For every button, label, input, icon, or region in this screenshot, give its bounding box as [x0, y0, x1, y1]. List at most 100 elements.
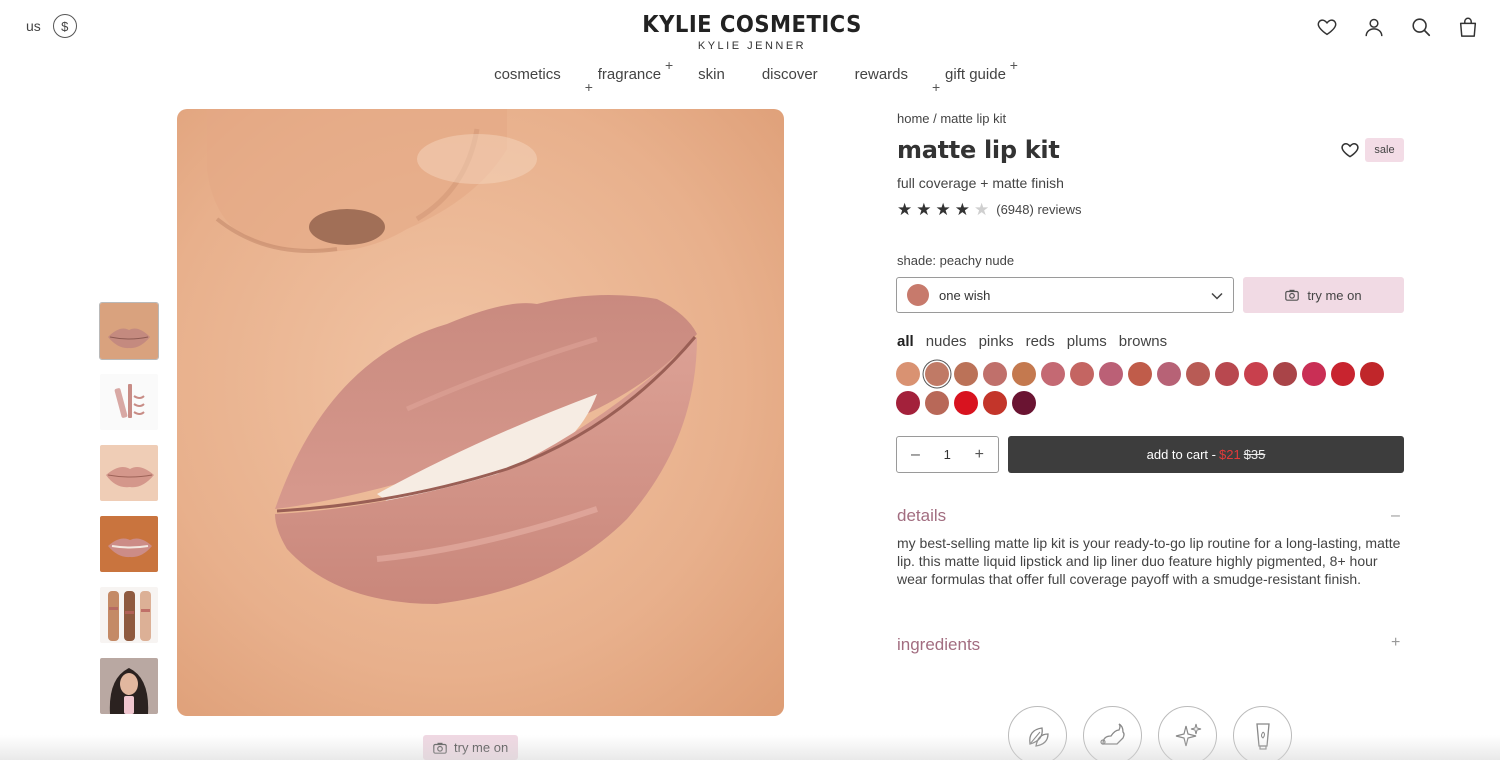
try-me-on-label: try me on [454, 740, 509, 755]
thumbnail-model-photo[interactable] [100, 658, 158, 714]
decrease-button[interactable]: – [911, 446, 920, 464]
heart-icon[interactable] [1314, 14, 1339, 39]
shade-swatch[interactable] [983, 362, 1007, 386]
filter-browns[interactable]: browns [1119, 333, 1167, 350]
shade-swatch[interactable] [1070, 362, 1094, 386]
lips-photo [177, 109, 784, 716]
star-empty-icon: ★ [974, 200, 990, 219]
shade-swatch[interactable] [1012, 391, 1036, 415]
shade-swatch[interactable] [896, 362, 920, 386]
shade-swatch[interactable] [1331, 362, 1355, 386]
star-icon: ★ [897, 200, 913, 219]
camera-icon [433, 742, 447, 754]
search-icon[interactable] [1408, 14, 1433, 39]
shade-swatch[interactable] [1360, 362, 1384, 386]
thumbnail-arm-swatches[interactable] [100, 587, 158, 643]
thumbnail-lips-closeup[interactable] [100, 445, 158, 501]
shade-swatch[interactable] [925, 362, 949, 386]
account-icon[interactable] [1361, 14, 1386, 39]
sparkle-icon: + [584, 79, 593, 95]
add-to-cart-label: add to cart - [1146, 447, 1216, 462]
review-count: (6948) reviews [996, 202, 1082, 217]
shade-swatch[interactable] [1012, 362, 1036, 386]
shade-swatch[interactable] [1157, 362, 1181, 386]
logo-main-text: KYLIE COSMETICS [642, 12, 862, 38]
nav-item-skin[interactable]: skin [696, 66, 727, 83]
camera-icon [1285, 289, 1300, 301]
increase-button[interactable]: + [975, 446, 984, 464]
thumbnail-lip-kit-product[interactable] [100, 374, 158, 430]
thumbnail-lips-tan[interactable] [100, 516, 158, 572]
try-me-on-label: try me on [1307, 287, 1362, 303]
ingredients-accordion-title[interactable]: ingredients [897, 635, 980, 655]
filter-nudes[interactable]: nudes [926, 333, 967, 350]
original-price: $35 [1243, 447, 1266, 462]
shade-swatch[interactable] [1128, 362, 1152, 386]
breadcrumb[interactable]: home / matte lip kit [897, 111, 1006, 126]
shade-swatch[interactable] [1273, 362, 1297, 386]
shade-dropdown[interactable]: one wish [896, 277, 1234, 313]
quantity-value[interactable]: 1 [944, 447, 951, 462]
shade-swatch[interactable] [896, 391, 920, 415]
shade-filters: all nudes pinks reds plums browns [897, 333, 1167, 350]
main-product-image[interactable] [177, 109, 784, 716]
product-subtitle: full coverage + matte finish [897, 175, 1064, 191]
logo-sub-text: KYLIE JENNER [697, 40, 807, 52]
star-icon: ★ [954, 200, 970, 219]
filter-all[interactable]: all [897, 333, 914, 350]
details-accordion-title[interactable]: details [897, 506, 946, 526]
thumbnail-lips-swatch[interactable] [99, 302, 159, 360]
nav-item-cosmetics[interactable]: cosmetics [492, 66, 563, 83]
sparkle-icon: + [1009, 57, 1018, 73]
sparkle-icon: + [932, 79, 941, 95]
chevron-down-icon [1211, 288, 1223, 303]
collapse-icon[interactable]: – [1391, 507, 1400, 525]
selected-shade-name: one wish [939, 287, 991, 303]
sale-price: $21 [1218, 447, 1241, 462]
main-nav: cosmetics + fragrance + skin discover re… [0, 57, 1500, 95]
sparkle-icon: + [664, 57, 674, 73]
nav-item-label: fragrance [597, 66, 662, 83]
shade-swatch[interactable] [925, 391, 949, 415]
nav-item-rewards[interactable]: rewards [853, 66, 910, 83]
nav-item-gift-guide[interactable]: + gift guide + [932, 57, 1018, 95]
quantity-stepper: – 1 + [896, 436, 999, 473]
try-me-on-button-mobile[interactable]: try me on [423, 735, 519, 760]
filter-plums[interactable]: plums [1067, 333, 1107, 350]
add-to-cart-button[interactable]: add to cart - $21 $35 [1008, 436, 1404, 473]
wishlist-heart-icon[interactable] [1340, 140, 1360, 160]
shade-swatch[interactable] [1244, 362, 1268, 386]
nav-item-discover[interactable]: discover [760, 66, 820, 83]
shade-swatch[interactable] [983, 391, 1007, 415]
rating[interactable]: ★ ★ ★ ★ ★ (6948) reviews [897, 201, 1082, 218]
bag-icon[interactable] [1455, 14, 1480, 39]
shade-label: shade: peachy nude [897, 253, 1015, 268]
shade-swatch[interactable] [954, 391, 978, 415]
product-title: matte lip kit [897, 136, 1060, 164]
header-actions [1314, 14, 1480, 39]
sale-badge: sale [1365, 138, 1404, 162]
nav-item-fragrance[interactable]: + fragrance + [585, 57, 673, 95]
selected-shade-swatch [907, 284, 929, 306]
details-text: my best-selling matte lip kit is your re… [897, 535, 1401, 587]
shade-swatch[interactable] [1215, 362, 1239, 386]
star-icon: ★ [935, 200, 951, 219]
vegan-leaf-icon [1008, 706, 1067, 760]
shade-swatch[interactable] [1186, 362, 1210, 386]
thumbnail-list [99, 302, 159, 714]
cruelty-free-bunny-icon [1083, 706, 1142, 760]
shade-swatch[interactable] [1302, 362, 1326, 386]
shade-swatch[interactable] [954, 362, 978, 386]
shade-swatch[interactable] [1041, 362, 1065, 386]
shade-swatch[interactable] [1099, 362, 1123, 386]
filter-pinks[interactable]: pinks [979, 333, 1014, 350]
sparkle-icon [1158, 706, 1217, 760]
tube-icon [1233, 706, 1292, 760]
try-me-on-button[interactable]: try me on [1243, 277, 1404, 313]
product-badges [1008, 706, 1292, 760]
filter-reds[interactable]: reds [1026, 333, 1055, 350]
expand-icon[interactable]: + [1391, 634, 1400, 652]
brand-logo[interactable]: KYLIE COSMETICS KYLIE JENNER [0, 12, 1500, 52]
star-icon: ★ [916, 200, 932, 219]
shade-swatches [896, 362, 1396, 415]
